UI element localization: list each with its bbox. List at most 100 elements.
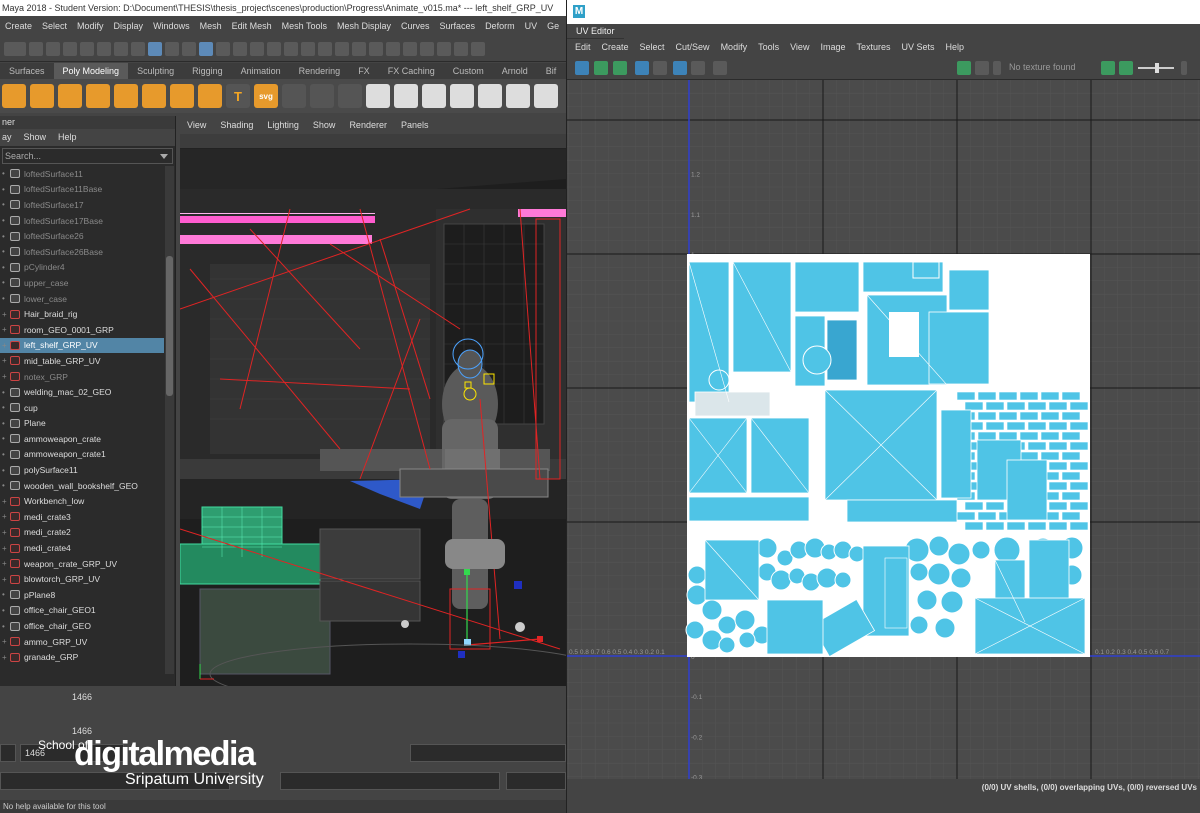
shelf-tab-custom[interactable]: Custom	[444, 63, 493, 79]
uv-shell-brick[interactable]	[1061, 471, 1081, 481]
outliner-item[interactable]: + medi_crate4	[0, 540, 164, 556]
uv-grid-icon[interactable]	[575, 61, 589, 75]
uv-shell-brick[interactable]	[964, 401, 984, 411]
uv-shell-brick[interactable]	[1027, 401, 1047, 411]
checker-icon[interactable]	[975, 61, 989, 75]
poly-cube-icon[interactable]	[2, 84, 26, 108]
shelf-tab-bif[interactable]: Bif	[537, 63, 566, 79]
poly-cylinder-icon[interactable]	[30, 84, 54, 108]
uv-shell-brick[interactable]	[1006, 521, 1026, 531]
outliner-item[interactable]: • office_chair_GEO1	[0, 603, 164, 619]
uv-menu-cut-sew[interactable]: Cut/Sew	[676, 39, 710, 56]
multi-cut-icon[interactable]	[534, 84, 558, 108]
uv-shell-brick[interactable]	[998, 411, 1018, 421]
uv-shell-brick[interactable]	[1048, 481, 1068, 491]
menu-select[interactable]: Select	[37, 21, 72, 31]
poly-torus-icon[interactable]	[86, 84, 110, 108]
outliner-item[interactable]: • pPlane8	[0, 587, 164, 603]
playback-controls[interactable]	[410, 744, 566, 762]
menu-uv[interactable]: UV	[520, 21, 543, 31]
outliner-menu-ay[interactable]: ay	[2, 129, 12, 146]
uv-menu-tools[interactable]: Tools	[758, 39, 779, 56]
magnet-3-icon[interactable]	[420, 41, 434, 56]
uv-shell-brick[interactable]	[1048, 501, 1068, 511]
outliner-item[interactable]: • office_chair_GEO	[0, 618, 164, 634]
append-icon[interactable]	[478, 84, 502, 108]
outliner-item[interactable]: + room_GEO_0001_GRP	[0, 322, 164, 338]
snap-view-plane-icon[interactable]	[233, 41, 247, 56]
expand-icon[interactable]: +	[2, 497, 10, 506]
platonic-solid-icon[interactable]	[170, 84, 194, 108]
uv-shell-brick[interactable]	[998, 391, 1018, 401]
outliner-item[interactable]: • upper_case	[0, 275, 164, 291]
snap-grid-icon[interactable]	[182, 41, 196, 56]
uv-shell-disc[interactable]	[687, 565, 707, 585]
texture-dropdown-icon[interactable]	[993, 61, 1001, 75]
shelf-tab-surfaces[interactable]: Surfaces	[0, 63, 54, 79]
uv-shell-brick[interactable]	[985, 401, 1005, 411]
uv-menu-textures[interactable]: Textures	[856, 39, 890, 56]
uv-shell-brick[interactable]	[1027, 521, 1047, 531]
lock-icon[interactable]	[165, 41, 179, 56]
shelf-tab-arnold[interactable]: Arnold	[493, 63, 537, 79]
uv-menu-help[interactable]: Help	[946, 39, 965, 56]
uv-shell-brick[interactable]	[964, 521, 984, 531]
expand-icon[interactable]: +	[2, 310, 10, 319]
uv-shell-disc[interactable]	[950, 567, 972, 589]
outliner-item[interactable]: • ammoweapon_crate1	[0, 447, 164, 463]
uv-menu-select[interactable]: Select	[640, 39, 665, 56]
uv-menu-view[interactable]: View	[790, 39, 809, 56]
outliner-item[interactable]: + left_shelf_GRP_UV	[0, 337, 164, 354]
uv-shell-disc[interactable]	[738, 631, 756, 649]
uv-shell-brick[interactable]	[956, 391, 976, 401]
uv-shaded-icon[interactable]	[594, 61, 608, 75]
outliner-item[interactable]: + mid_table_GRP_UV	[0, 353, 164, 369]
uv-shell-disc[interactable]	[816, 567, 838, 589]
viewport-menu-lighting[interactable]: Lighting	[267, 116, 299, 134]
viewport-menu-panels[interactable]: Panels	[401, 116, 429, 134]
uv-editor-tab[interactable]: UV Editor	[567, 24, 624, 39]
uv-shell-disc[interactable]	[685, 620, 705, 640]
uv-shell-brick[interactable]	[985, 501, 1005, 511]
uv-shell-brick[interactable]	[1040, 451, 1060, 461]
uv-shell-brick[interactable]	[1019, 391, 1039, 401]
uv-shell-disc[interactable]	[834, 571, 852, 589]
menu-mesh-display[interactable]: Mesh Display	[332, 21, 396, 31]
uv-shell-disc[interactable]	[756, 537, 778, 559]
outliner-item[interactable]: • cup	[0, 400, 164, 416]
outliner-item[interactable]: • loftedSurface17	[0, 197, 164, 213]
uv-menu-edit[interactable]: Edit	[575, 39, 591, 56]
outliner-item[interactable]: • ammoweapon_crate	[0, 431, 164, 447]
exposure-icon[interactable]	[1101, 61, 1115, 75]
perspective-viewport[interactable]: View Shading Lighting Show Renderer Panels	[180, 116, 566, 686]
outliner-item[interactable]: • polySurface11	[0, 462, 164, 478]
menu-mesh[interactable]: Mesh	[195, 21, 227, 31]
outliner-item[interactable]: • wooden_wall_bookshelf_GEO	[0, 478, 164, 494]
uv-shell-brick[interactable]	[1048, 421, 1068, 431]
magnet-5-icon[interactable]	[454, 41, 468, 56]
uv-shell-brick[interactable]	[1061, 391, 1081, 401]
uv-shell-brick[interactable]	[1069, 481, 1089, 491]
redo-icon[interactable]	[97, 41, 111, 56]
select-hierarchy-icon[interactable]	[114, 41, 128, 56]
outliner-item[interactable]: + medi_crate3	[0, 509, 164, 525]
viewport-menu-renderer[interactable]: Renderer	[349, 116, 387, 134]
expand-icon[interactable]: +	[2, 559, 10, 568]
uv-shell-brick[interactable]	[1069, 461, 1089, 471]
expand-icon[interactable]: +	[2, 575, 10, 584]
save-scene-icon[interactable]	[63, 41, 77, 56]
expand-icon[interactable]: +	[2, 512, 10, 521]
magnet-4-icon[interactable]	[437, 41, 451, 56]
viewport-scene[interactable]	[180, 149, 566, 686]
outliner-item[interactable]: + Hair_braid_rig	[0, 306, 164, 322]
ipr-render-icon[interactable]	[301, 41, 315, 56]
uv-shell-brick[interactable]	[1069, 401, 1089, 411]
uv-shell-brick[interactable]	[1061, 411, 1081, 421]
svg-icon[interactable]: svg	[254, 84, 278, 108]
uv-shell-brick[interactable]	[964, 501, 984, 511]
expand-icon[interactable]: +	[2, 528, 10, 537]
poly-cone-icon[interactable]	[58, 84, 82, 108]
menu-curves[interactable]: Curves	[396, 21, 435, 31]
uv-shell-brick[interactable]	[977, 391, 997, 401]
outliner-item[interactable]: • loftedSurface11Base	[0, 182, 164, 198]
